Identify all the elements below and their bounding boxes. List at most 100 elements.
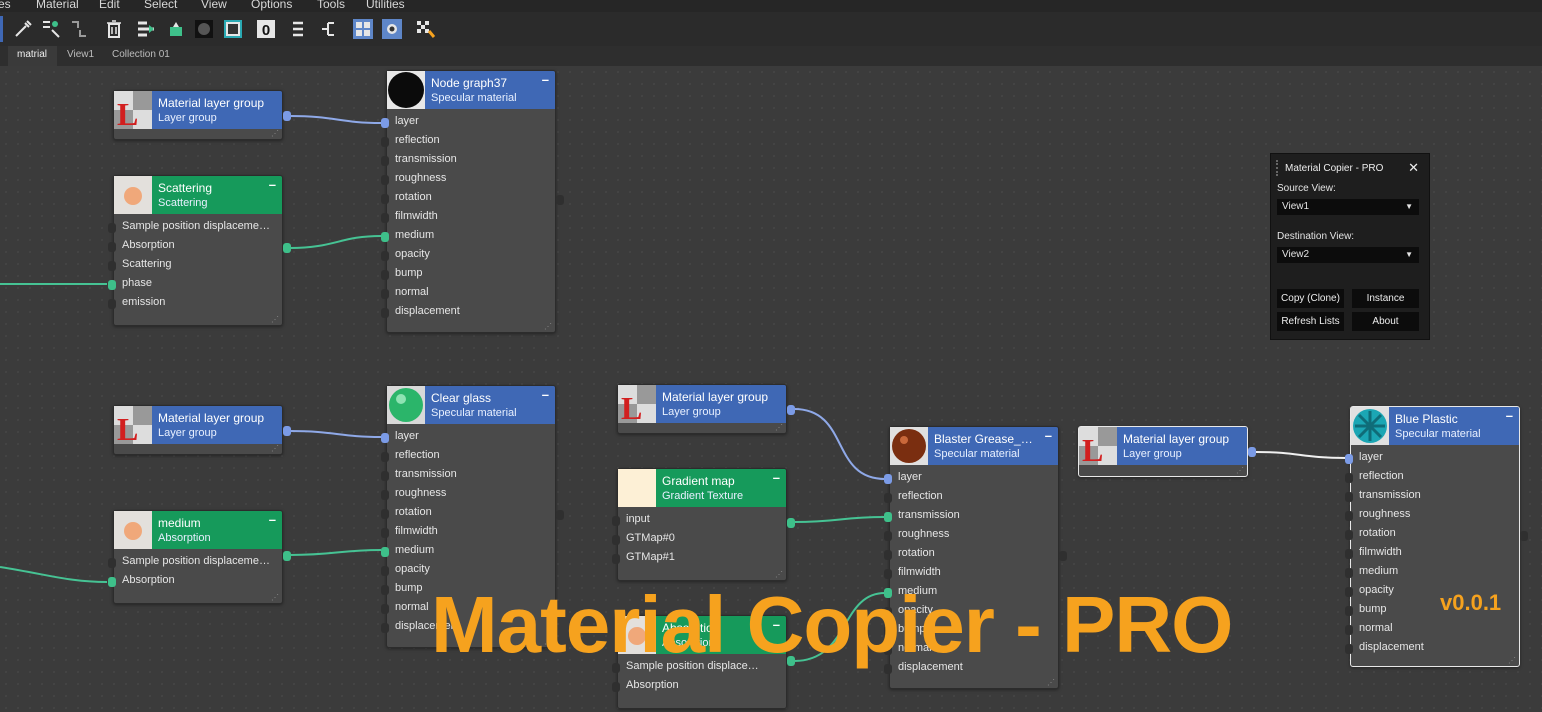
pin-roughness[interactable]: roughness <box>1351 505 1519 524</box>
pin-reflection[interactable]: reflection <box>1351 467 1519 486</box>
input-port-phase[interactable] <box>108 280 116 290</box>
graph-view-icon[interactable] <box>381 18 403 40</box>
collapse-button[interactable]: – <box>269 177 276 192</box>
pin-transmission[interactable]: transmission <box>387 465 555 484</box>
input-port[interactable] <box>381 490 389 500</box>
pin-roughness[interactable]: roughness <box>387 484 555 503</box>
pin-phase[interactable]: phase <box>114 274 282 293</box>
pin-layer[interactable]: layer <box>890 468 1058 487</box>
node-node-graph37[interactable]: Node graph37 Specular material – layer r… <box>381 70 564 333</box>
menu-item-material[interactable]: Material <box>36 0 79 11</box>
grid-view-icon[interactable] <box>352 18 374 40</box>
input-port[interactable] <box>612 516 620 526</box>
output-port[interactable] <box>1248 447 1256 457</box>
input-port[interactable] <box>1345 587 1353 597</box>
resize-grip[interactable]: ⋰ <box>271 129 279 138</box>
input-port-absorption[interactable] <box>108 577 116 587</box>
input-port[interactable] <box>1345 606 1353 616</box>
input-port[interactable] <box>381 585 389 595</box>
tab-matrial[interactable]: matrial <box>17 49 47 60</box>
collapse-button[interactable]: – <box>1506 408 1513 423</box>
output-port[interactable] <box>1059 551 1067 561</box>
pin-input[interactable]: input <box>618 510 786 529</box>
input-port[interactable] <box>381 623 389 633</box>
input-port[interactable] <box>1345 492 1353 502</box>
pin-opacity[interactable]: opacity <box>387 245 555 264</box>
menu-item-tools[interactable]: Tools <box>317 0 345 11</box>
input-port[interactable] <box>1345 530 1353 540</box>
pin-scattering[interactable]: Scattering <box>114 255 282 274</box>
node-material-layer-group-3[interactable]: L Material layer group Layer group ⋰ <box>617 384 795 434</box>
pin-medium[interactable]: medium <box>387 226 555 245</box>
input-port[interactable] <box>381 156 389 166</box>
resize-grip[interactable]: ⋰ <box>1508 656 1516 665</box>
pin-roughness[interactable]: roughness <box>387 169 555 188</box>
pin-filmwidth[interactable]: filmwidth <box>1351 543 1519 562</box>
pin-medium[interactable]: medium <box>387 541 555 560</box>
pin-sample-position-displacement[interactable]: Sample position displaceme… <box>114 552 282 571</box>
input-port[interactable] <box>381 251 389 261</box>
resize-grip[interactable]: ⋰ <box>1047 678 1055 687</box>
resize-grip[interactable]: ⋰ <box>1236 466 1244 475</box>
node-material-layer-group-2[interactable]: L Material layer group Layer group ⋰ <box>113 405 291 455</box>
node-gradient-map[interactable]: Gradient map Gradient Texture – input GT… <box>612 468 795 581</box>
pin-bump[interactable]: bump <box>387 264 555 283</box>
input-port[interactable] <box>108 261 116 271</box>
resize-grip[interactable]: ⋰ <box>271 593 279 602</box>
pin-emission[interactable]: emission <box>114 293 282 312</box>
pin-transmission[interactable]: transmission <box>890 506 1058 525</box>
pin-medium[interactable]: medium <box>1351 562 1519 581</box>
node-material-layer-group-1[interactable]: L Material layer group Layer group ⋰ <box>113 90 291 140</box>
pin-rotation[interactable]: rotation <box>1351 524 1519 543</box>
input-port-transmission[interactable] <box>884 512 892 522</box>
destination-view-select[interactable]: View2 ▼ <box>1277 247 1419 263</box>
pin-transmission[interactable]: transmission <box>1351 486 1519 505</box>
output-port[interactable] <box>283 243 291 253</box>
pin-layer[interactable]: layer <box>387 112 555 131</box>
input-port[interactable] <box>612 554 620 564</box>
input-port-layer[interactable] <box>381 433 389 443</box>
output-port[interactable] <box>556 510 564 520</box>
pin-sample-position-displacement[interactable]: Sample position displaceme… <box>114 217 282 236</box>
copy-clone-button[interactable]: Copy (Clone) <box>1277 289 1344 308</box>
input-port-layer[interactable] <box>884 474 892 484</box>
source-view-select[interactable]: View1 ▼ <box>1277 199 1419 215</box>
output-port[interactable] <box>1520 531 1528 541</box>
pin-layer[interactable]: layer <box>387 427 555 446</box>
pin-reflection[interactable]: reflection <box>387 131 555 150</box>
output-port[interactable] <box>787 518 795 528</box>
pin-absorption[interactable]: Absorption <box>618 676 786 695</box>
menu-item-select[interactable]: Select <box>144 0 177 11</box>
input-port-medium[interactable] <box>381 232 389 242</box>
input-port[interactable] <box>381 213 389 223</box>
collapse-button[interactable]: – <box>542 72 549 87</box>
input-port[interactable] <box>381 137 389 147</box>
input-port[interactable] <box>381 308 389 318</box>
menu-item-files[interactable]: es <box>0 0 11 11</box>
input-port-layer[interactable] <box>381 118 389 128</box>
node-scattering[interactable]: Scattering Scattering – Sample position … <box>108 175 291 326</box>
input-port-medium[interactable] <box>381 547 389 557</box>
resize-grip[interactable]: ⋰ <box>775 570 783 579</box>
input-port[interactable] <box>1345 568 1353 578</box>
input-port[interactable] <box>381 471 389 481</box>
input-port[interactable] <box>1345 473 1353 483</box>
input-port[interactable] <box>1345 549 1353 559</box>
checker-flag-icon[interactable] <box>414 18 436 40</box>
input-port[interactable] <box>1345 511 1353 521</box>
pin-absorption[interactable]: Absorption <box>114 236 282 255</box>
pin-rotation[interactable]: rotation <box>387 503 555 522</box>
tab-view1[interactable]: View1 <box>67 49 94 60</box>
pin-transmission[interactable]: transmission <box>387 150 555 169</box>
pipette-icon[interactable] <box>12 18 34 40</box>
input-port[interactable] <box>884 550 892 560</box>
instance-button[interactable]: Instance <box>1352 289 1419 308</box>
resize-grip[interactable]: ⋰ <box>271 315 279 324</box>
input-port[interactable] <box>381 175 389 185</box>
node-material-layer-group-4[interactable]: L Material layer group Layer group ⋰ <box>1078 426 1256 477</box>
input-port[interactable] <box>381 604 389 614</box>
collapse-button[interactable]: – <box>1045 428 1052 443</box>
menu-item-options[interactable]: Options <box>251 0 292 11</box>
pin-filmwidth[interactable]: filmwidth <box>387 207 555 226</box>
delete-icon[interactable] <box>103 18 125 40</box>
